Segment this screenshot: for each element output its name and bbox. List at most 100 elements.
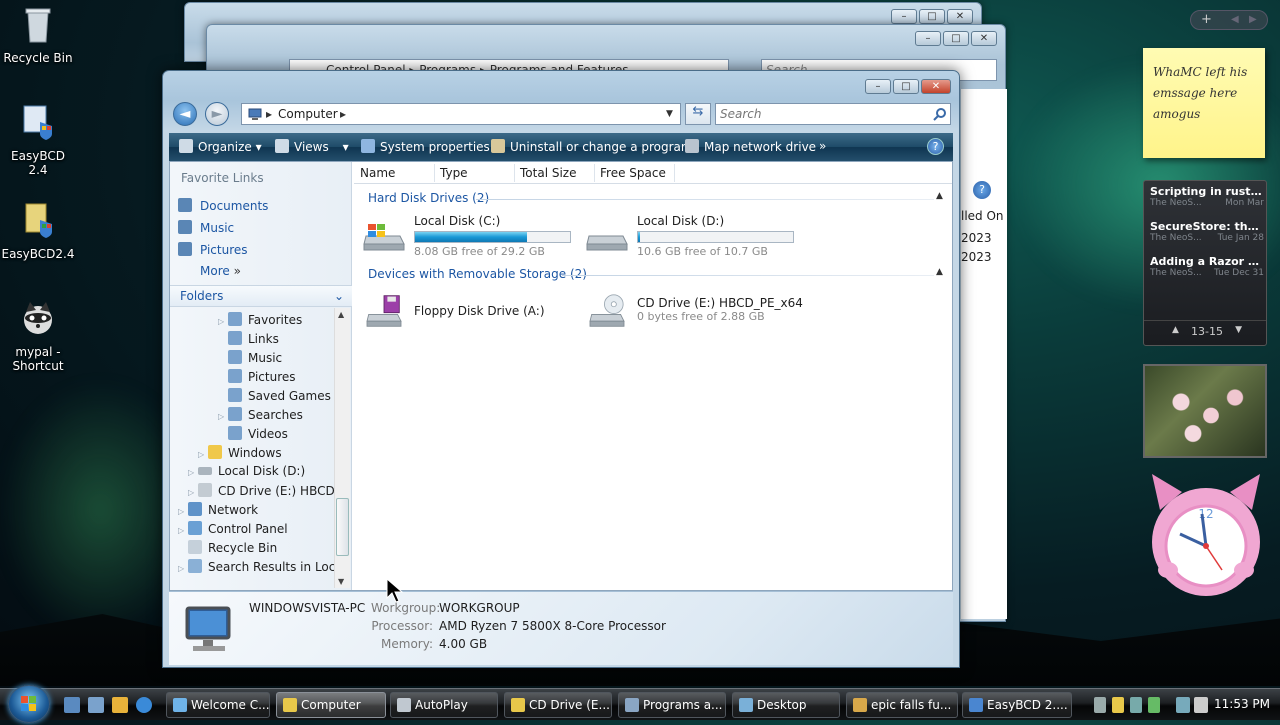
security-shield-icon[interactable]	[1112, 697, 1124, 713]
switch-windows-icon[interactable]	[88, 697, 104, 713]
tree-item-control-panel[interactable]: ▷ Control Panel	[178, 521, 288, 536]
minimize-button[interactable]: –	[891, 9, 917, 24]
feed-up-icon[interactable]: ▲	[1172, 325, 1179, 335]
tree-item-music[interactable]: Music	[228, 350, 282, 365]
folders-header[interactable]: Folders ⌄	[170, 285, 352, 307]
add-gadget-button[interactable]: +	[1201, 11, 1212, 29]
collapse-group-icon[interactable]: ▲	[936, 191, 943, 201]
more-links-button[interactable]: More »	[200, 264, 241, 278]
tree-scrollbar[interactable]: ▲ ▼	[334, 308, 350, 588]
taskbar-button-welcome[interactable]: Welcome C...	[166, 692, 270, 718]
tree-item-cd-drive[interactable]: ▷ CD Drive (E:) HBCD_P	[188, 483, 348, 498]
tree-item-favorites[interactable]: ▷ Favorites	[218, 312, 302, 327]
tree-item-local-disk-d[interactable]: ▷ Local Disk (D:)	[188, 464, 305, 478]
taskbar-button-video[interactable]: epic falls fu...	[846, 692, 958, 718]
feed-headlines-gadget: Scripting in rust with... The NeoS... Mon…	[1143, 180, 1267, 346]
slideshow-gadget[interactable]	[1143, 364, 1267, 458]
breadcrumb-computer[interactable]: Computer	[278, 107, 338, 121]
address-bar[interactable]: ▸ Computer ▸ ▼	[241, 103, 681, 125]
maximize-button[interactable]: □	[893, 79, 919, 94]
maximize-button[interactable]: □	[919, 9, 945, 24]
network-status-icon[interactable]	[1176, 697, 1190, 713]
refresh-button[interactable]: ⇆	[685, 103, 711, 125]
feed-item[interactable]: Adding a Razor Page... The NeoS... Tue De…	[1150, 255, 1264, 278]
address-dropdown-icon[interactable]: ▼	[666, 109, 673, 119]
maximize-button[interactable]: □	[943, 31, 969, 46]
tree-item-recycle-bin[interactable]: Recycle Bin	[188, 540, 277, 555]
scroll-thumb[interactable]	[336, 498, 349, 556]
map-network-drive-button[interactable]: Map network drive	[685, 139, 816, 154]
minimize-button[interactable]: –	[915, 31, 941, 46]
column-header-installed-on[interactable]: lled On	[961, 209, 1004, 223]
collapse-group-icon[interactable]: ▲	[936, 267, 943, 277]
taskbar-button-desktop[interactable]: Desktop	[732, 692, 840, 718]
close-button[interactable]: ✕	[971, 31, 997, 46]
scroll-up-icon[interactable]: ▲	[338, 310, 344, 319]
back-button[interactable]: ◄	[173, 102, 197, 126]
tray-icon[interactable]	[1094, 697, 1106, 713]
toolbar-overflow-button[interactable]: »	[819, 139, 826, 153]
column-header-total-size[interactable]: Total Size	[520, 166, 576, 180]
breadcrumb-separator[interactable]: ▸	[266, 107, 272, 121]
tree-label: Control Panel	[208, 522, 288, 536]
show-desktop-icon[interactable]	[64, 697, 80, 713]
tray-icon[interactable]	[1148, 697, 1160, 713]
column-header-name[interactable]: Name	[360, 166, 395, 180]
column-header-free-space[interactable]: Free Space	[600, 166, 666, 180]
volume-muted-icon[interactable]	[1194, 697, 1208, 713]
help-icon[interactable]: ?	[927, 138, 944, 155]
tree-item-windows[interactable]: ▷ Windows	[198, 445, 282, 460]
taskbar-button-autoplay[interactable]: AutoPlay	[390, 692, 498, 718]
internet-explorer-icon[interactable]	[136, 697, 152, 713]
desktop-icon-easybcd-24[interactable]: EasyBCD 2.4	[0, 102, 76, 177]
tray-icon[interactable]	[1130, 697, 1142, 713]
chevron-down-icon[interactable]: ⌄	[334, 289, 344, 303]
media-player-icon[interactable]	[112, 697, 128, 713]
previous-icon[interactable]: ◀	[1231, 11, 1239, 29]
close-button[interactable]: ✕	[947, 9, 973, 24]
favorite-link-music[interactable]: Music	[178, 220, 234, 235]
favorite-link-documents[interactable]: Documents	[178, 198, 268, 213]
network-icon	[188, 502, 202, 516]
organize-button[interactable]: Organize ▾	[179, 139, 262, 154]
feed-down-icon[interactable]: ▼	[1235, 325, 1242, 335]
computer-window[interactable]: – □ ✕ ◄ ► ▸ Computer ▸ ▼ ⇆ Search Organi…	[162, 70, 960, 668]
notes-gadget[interactable]: WhaMC left his emssage here amogus	[1143, 48, 1265, 158]
tree-item-searches[interactable]: ▷ Searches	[218, 407, 303, 422]
favorite-link-pictures[interactable]: Pictures	[178, 242, 248, 257]
minimize-button[interactable]: –	[865, 79, 891, 94]
breadcrumb-separator[interactable]: ▸	[340, 107, 346, 121]
system-properties-button[interactable]: System properties	[361, 139, 490, 154]
taskbar-clock[interactable]: 11:53 PM	[1214, 697, 1270, 711]
taskbar-button-easybcd[interactable]: EasyBCD 2....	[962, 692, 1072, 718]
tree-item-saved-games[interactable]: Saved Games	[228, 388, 331, 403]
tree-item-network[interactable]: ▷ Network	[178, 502, 258, 517]
scroll-down-icon[interactable]: ▼	[338, 577, 344, 586]
taskbar-button-cd-drive[interactable]: CD Drive (E...	[504, 692, 612, 718]
feed-item[interactable]: SecureStore: the ope... The NeoS... Tue J…	[1150, 220, 1264, 243]
forward-button[interactable]: ►	[205, 102, 229, 126]
help-icon[interactable]: ?	[973, 181, 991, 199]
tree-item-pictures[interactable]: Pictures	[228, 369, 296, 384]
views-button[interactable]: Views ▾	[275, 139, 349, 154]
tree-item-search-results[interactable]: ▷ Search Results in Local	[178, 559, 346, 574]
next-icon[interactable]: ▶	[1249, 11, 1257, 29]
start-button[interactable]	[8, 685, 50, 723]
tree-item-links[interactable]: Links	[228, 331, 279, 346]
desktop-icon-mypal[interactable]: mypal - Shortcut	[0, 298, 76, 373]
taskbar-button-programs[interactable]: Programs a...	[618, 692, 726, 718]
clock-gadget[interactable]: 12	[1146, 470, 1266, 602]
uninstall-program-button[interactable]: Uninstall or change a program	[491, 139, 693, 154]
group-header-hard-disk-drives[interactable]: Hard Disk Drives (2)	[368, 191, 489, 205]
tree-item-videos[interactable]: Videos	[228, 426, 288, 441]
group-header-removable-storage[interactable]: Devices with Removable Storage (2)	[368, 267, 587, 281]
column-header-type[interactable]: Type	[440, 166, 468, 180]
desktop-icon-easybcd24[interactable]: EasyBCD2.4	[0, 200, 76, 261]
taskbar-button-computer[interactable]: Computer	[276, 692, 386, 718]
search-icon[interactable]	[933, 107, 947, 121]
search-input[interactable]: Search	[715, 103, 951, 125]
feed-item[interactable]: Scripting in rust with... The NeoS... Mon…	[1150, 185, 1264, 208]
desktop-icon-recycle-bin[interactable]: Recycle Bin	[0, 4, 76, 65]
search-folder-icon	[188, 559, 202, 573]
close-button[interactable]: ✕	[921, 79, 951, 94]
